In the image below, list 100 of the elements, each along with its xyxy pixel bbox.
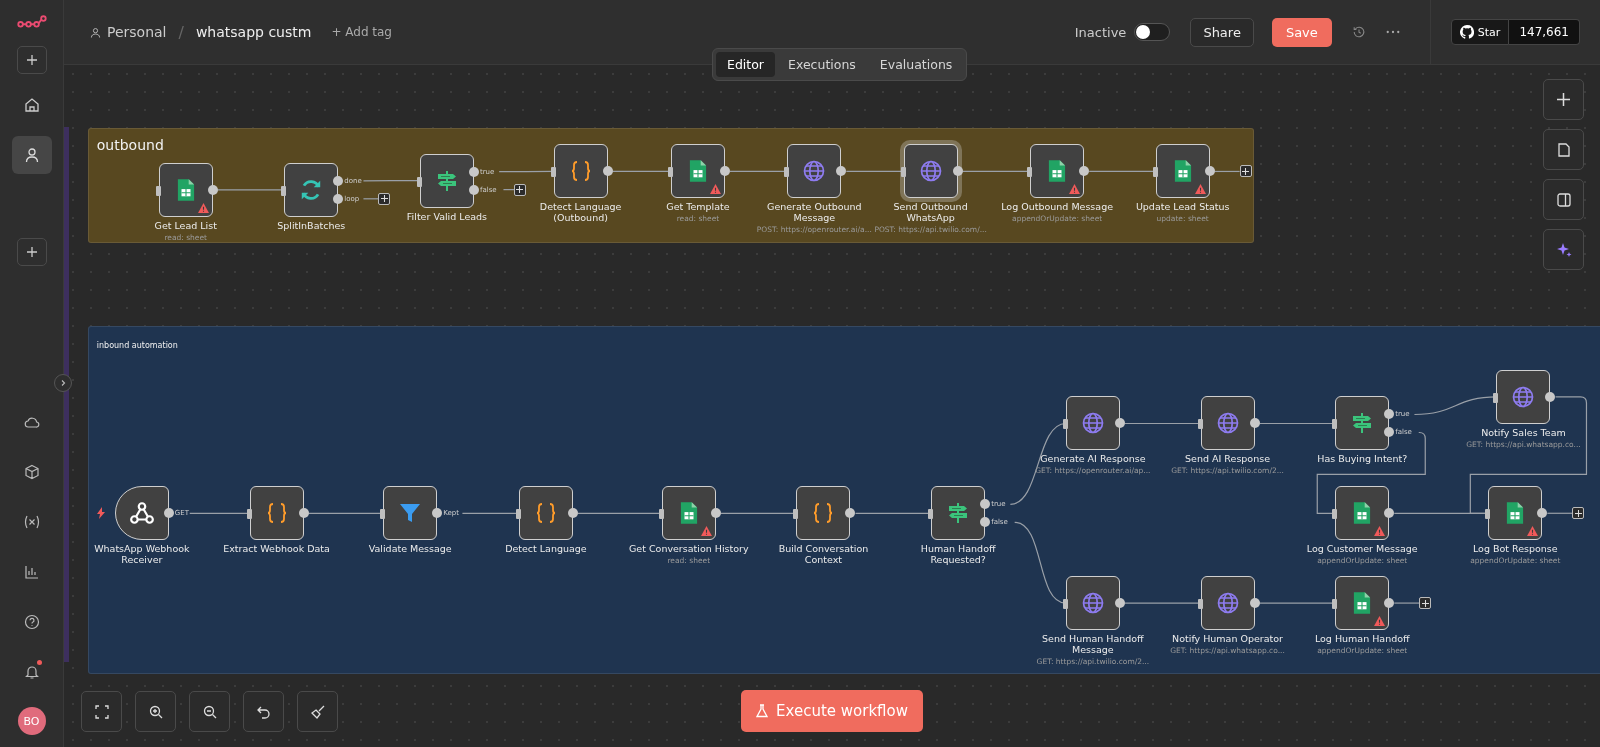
output-port[interactable]: [1537, 508, 1548, 519]
output-port[interactable]: [602, 166, 613, 177]
github-star-button[interactable]: Star: [1450, 19, 1510, 45]
workflow-node[interactable]: [249, 486, 304, 541]
output-port[interactable]: [1249, 418, 1260, 429]
workflow-node[interactable]: [284, 162, 339, 217]
input-port[interactable]: [658, 509, 664, 520]
output-port[interactable]: [298, 508, 309, 519]
sticky-note-button[interactable]: [1543, 129, 1584, 170]
input-port[interactable]: [784, 167, 790, 178]
output-port[interactable]: [710, 508, 721, 519]
output-port[interactable]: [952, 166, 963, 177]
input-port[interactable]: [1197, 599, 1203, 610]
workflow-node[interactable]: [903, 144, 958, 199]
zoom-out-button[interactable]: [189, 691, 230, 732]
add-tag-link[interactable]: + Add tag: [331, 25, 392, 39]
input-port[interactable]: [416, 176, 422, 187]
active-toggle[interactable]: [1134, 23, 1171, 41]
fit-view-button[interactable]: [81, 691, 122, 732]
workflow-node[interactable]: [158, 162, 213, 217]
view-tab[interactable]: Evaluations: [868, 52, 964, 77]
workflow-node[interactable]: [1496, 369, 1551, 424]
workflow-name[interactable]: whatsapp custm: [195, 24, 312, 40]
sidebar-item[interactable]: [11, 136, 52, 174]
more-icon[interactable]: [1385, 30, 1400, 34]
output-port[interactable]: [1545, 391, 1556, 402]
share-button[interactable]: Share: [1190, 17, 1254, 47]
output-port[interactable]: [1384, 427, 1395, 438]
input-port[interactable]: [1027, 167, 1033, 178]
input-port[interactable]: [155, 185, 161, 196]
tidy-up-button[interactable]: [297, 691, 338, 732]
input-port[interactable]: [515, 509, 521, 520]
add-button[interactable]: [16, 46, 47, 74]
input-port[interactable]: [550, 167, 556, 178]
output-port[interactable]: [845, 508, 856, 519]
input-port[interactable]: [281, 185, 287, 196]
workflow-node[interactable]: [1030, 144, 1085, 199]
output-port[interactable]: [567, 508, 578, 519]
output-port[interactable]: [1384, 409, 1395, 420]
add-node-button[interactable]: [1419, 597, 1432, 610]
workflow-node[interactable]: [518, 486, 573, 541]
undo-button[interactable]: [243, 691, 284, 732]
input-port[interactable]: [928, 509, 934, 520]
input-port[interactable]: [1332, 419, 1338, 430]
workflow-node[interactable]: [1065, 576, 1120, 631]
output-port[interactable]: [468, 184, 479, 195]
workflow-node[interactable]: [670, 144, 725, 199]
workflow-node[interactable]: [1335, 396, 1390, 451]
workflow-node[interactable]: [1200, 576, 1255, 631]
add-node-button[interactable]: [1543, 79, 1584, 120]
input-port[interactable]: [667, 167, 673, 178]
workflow-node[interactable]: [419, 153, 474, 208]
workflow-node[interactable]: [553, 144, 608, 199]
input-port[interactable]: [1062, 599, 1068, 610]
output-port[interactable]: [207, 184, 218, 195]
workspace-link[interactable]: Personal: [107, 24, 167, 40]
view-tab[interactable]: Executions: [777, 52, 867, 77]
output-port[interactable]: [1114, 598, 1125, 609]
input-port[interactable]: [1332, 599, 1338, 610]
output-port[interactable]: [1384, 508, 1395, 519]
output-port[interactable]: [1384, 598, 1395, 609]
input-port[interactable]: [793, 509, 799, 520]
workflow-node[interactable]: [1488, 486, 1543, 541]
workflow-node[interactable]: [1335, 486, 1390, 541]
view-tab[interactable]: Editor: [716, 52, 775, 77]
output-port[interactable]: [980, 499, 991, 510]
add-node-button[interactable]: [1572, 507, 1585, 520]
input-port[interactable]: [1485, 509, 1491, 520]
output-port[interactable]: [1204, 166, 1215, 177]
input-port[interactable]: [1493, 392, 1499, 403]
workflow-node[interactable]: [661, 486, 716, 541]
workflow-node[interactable]: [931, 486, 986, 541]
output-port[interactable]: [333, 175, 344, 186]
output-port[interactable]: [333, 193, 344, 204]
collapse-button[interactable]: [54, 374, 72, 392]
output-port[interactable]: [1249, 598, 1260, 609]
input-port[interactable]: [380, 509, 386, 520]
output-port[interactable]: [1114, 418, 1125, 429]
input-port[interactable]: [1152, 167, 1158, 178]
workflow-node[interactable]: [1155, 144, 1210, 199]
workflow-node[interactable]: [1335, 576, 1390, 631]
history-icon[interactable]: [1351, 25, 1366, 39]
output-port[interactable]: [980, 517, 991, 528]
output-port[interactable]: [719, 166, 730, 177]
zoom-in-button[interactable]: [135, 691, 176, 732]
output-port[interactable]: [836, 166, 847, 177]
panel-button[interactable]: [1543, 179, 1584, 220]
logo-icon[interactable]: [16, 14, 47, 30]
add-button[interactable]: [16, 238, 47, 266]
workflow-node[interactable]: [1200, 396, 1255, 451]
input-port[interactable]: [1332, 509, 1338, 520]
output-port[interactable]: [163, 508, 174, 519]
workflow-node[interactable]: [383, 486, 438, 541]
output-port[interactable]: [468, 166, 479, 177]
input-port[interactable]: [1197, 419, 1203, 430]
ai-assistant-button[interactable]: [1543, 229, 1584, 270]
input-port[interactable]: [246, 509, 252, 520]
input-port[interactable]: [900, 167, 906, 178]
output-port[interactable]: [432, 508, 443, 519]
workflow-node[interactable]: [796, 486, 851, 541]
